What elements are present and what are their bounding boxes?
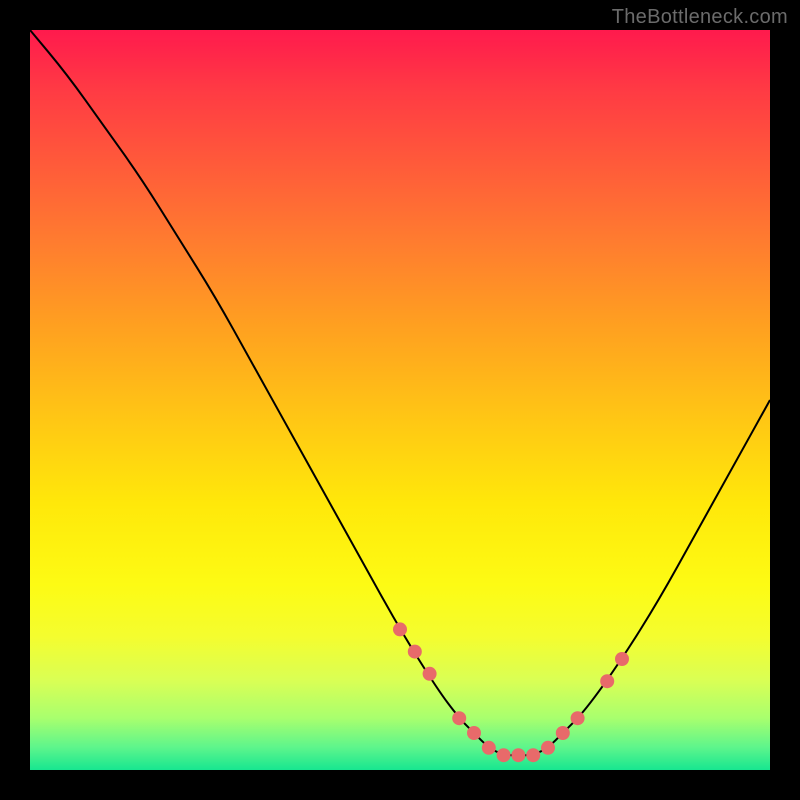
chart-svg xyxy=(0,0,800,800)
highlight-dot xyxy=(408,645,422,659)
chart-frame: TheBottleneck.com xyxy=(0,0,800,800)
highlight-dot xyxy=(423,667,437,681)
highlight-dot xyxy=(497,748,511,762)
highlight-dot xyxy=(393,622,407,636)
highlight-dot xyxy=(556,726,570,740)
marker-layer xyxy=(393,622,629,762)
highlight-dot xyxy=(467,726,481,740)
highlight-dot xyxy=(511,748,525,762)
highlight-dot xyxy=(541,741,555,755)
highlight-dot xyxy=(615,652,629,666)
highlight-dot xyxy=(600,674,614,688)
curve-layer xyxy=(30,30,770,755)
highlight-dot xyxy=(526,748,540,762)
highlight-dot xyxy=(571,711,585,725)
highlight-dot xyxy=(482,741,496,755)
highlight-dot xyxy=(452,711,466,725)
bottleneck-curve xyxy=(30,30,770,755)
watermark-text: TheBottleneck.com xyxy=(612,6,788,29)
